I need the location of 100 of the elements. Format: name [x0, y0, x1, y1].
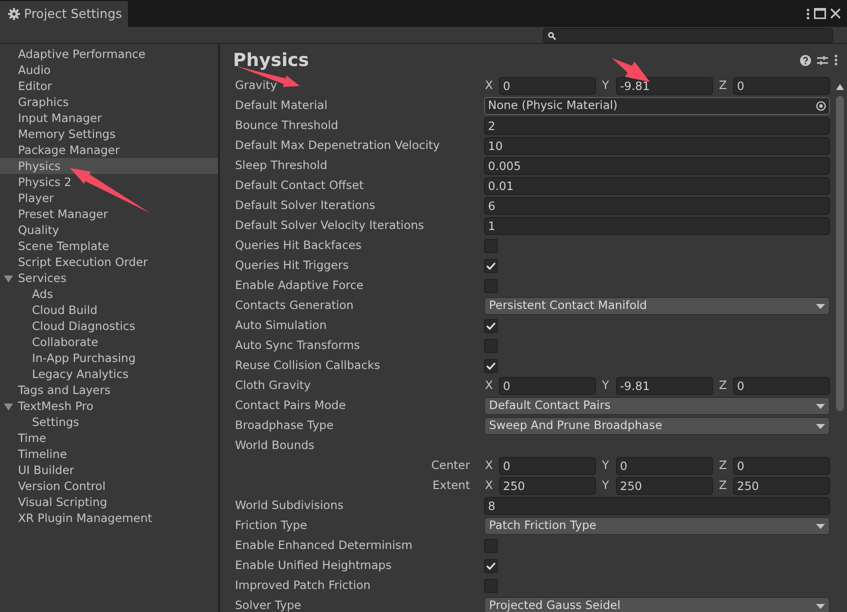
field-label: Default Material	[235, 98, 328, 112]
field-label: Default Max Depenetration Velocity	[235, 138, 440, 152]
sidebar-item[interactable]: In-App Purchasing	[0, 350, 218, 366]
value-field[interactable]: 0	[499, 377, 596, 395]
value-field[interactable]: 0	[733, 77, 830, 95]
scrollbar-thumb[interactable]	[836, 96, 844, 411]
sidebar-item[interactable]: Adaptive Performance	[0, 46, 218, 62]
value-field[interactable]: 0	[733, 457, 830, 475]
caret-icon	[816, 524, 825, 528]
axis-label: Z	[718, 457, 728, 474]
gear-icon	[8, 8, 20, 20]
sidebar-item[interactable]: Time	[0, 430, 218, 446]
annotation-arrow	[612, 58, 650, 82]
sidebar-item[interactable]: UI Builder	[0, 462, 218, 478]
field-label: Broadphase Type	[235, 418, 334, 432]
checkbox[interactable]	[484, 359, 498, 373]
value-field[interactable]: 0.005	[484, 157, 830, 175]
value-field[interactable]: -9.81	[616, 377, 713, 395]
sidebar-item[interactable]: Memory Settings	[0, 126, 218, 142]
field-label: Cloth Gravity	[235, 378, 311, 392]
expand-icon[interactable]	[4, 274, 13, 282]
dropdown[interactable]: Default Contact Pairs	[484, 397, 830, 415]
sidebar-item[interactable]: Script Execution Order	[0, 254, 218, 270]
field-label: Default Contact Offset	[235, 178, 364, 192]
field-label: Center	[431, 458, 470, 472]
value-field[interactable]: 250	[499, 477, 596, 495]
value-field[interactable]: 0.01	[484, 177, 830, 195]
sidebar-item[interactable]: Cloud Diagnostics	[0, 318, 218, 334]
more-icon[interactable]	[834, 54, 838, 66]
object-field[interactable]: None (Physic Material)	[484, 97, 830, 115]
field-label: World Bounds	[235, 438, 314, 452]
close-icon[interactable]	[830, 8, 841, 19]
field-label: Auto Sync Transforms	[235, 338, 360, 352]
help-icon[interactable]	[800, 54, 811, 66]
field-label: Default Solver Iterations	[235, 198, 376, 212]
field-label: Enable Adaptive Force	[235, 278, 364, 292]
scroll-up-icon[interactable]	[836, 84, 844, 90]
sidebar-item[interactable]: Quality	[0, 222, 218, 238]
value-field[interactable]: 0	[499, 457, 596, 475]
field-label: Auto Simulation	[235, 318, 327, 332]
sidebar-item[interactable]: TextMesh Pro	[0, 398, 218, 414]
field-label: Contact Pairs Mode	[235, 398, 346, 412]
field-label: World Subdivisions	[235, 498, 344, 512]
value-field[interactable]: 250	[616, 477, 713, 495]
sidebar-item[interactable]: Editor	[0, 78, 218, 94]
maximize-icon[interactable]	[814, 8, 826, 19]
sidebar-item[interactable]: Preset Manager	[0, 206, 218, 222]
sidebar-item[interactable]: XR Plugin Management	[0, 510, 218, 526]
sidebar-item[interactable]: Package Manager	[0, 142, 218, 158]
value-field[interactable]: 0	[616, 457, 713, 475]
sidebar-item[interactable]: Version Control	[0, 478, 218, 494]
axis-label: Z	[718, 77, 728, 94]
checkbox[interactable]	[484, 319, 498, 333]
sidebar-item[interactable]: Graphics	[0, 94, 218, 110]
field-label: Bounce Threshold	[235, 118, 338, 132]
dropdown[interactable]: Persistent Contact Manifold	[484, 297, 830, 315]
dropdown[interactable]: Sweep And Prune Broadphase	[484, 417, 830, 435]
caret-icon	[816, 424, 825, 428]
caret-icon	[816, 604, 825, 608]
dropdown[interactable]: Projected Gauss Seidel	[484, 597, 830, 612]
axis-label: X	[484, 457, 494, 474]
sidebar-item[interactable]: Physics	[0, 158, 218, 174]
sidebar-item[interactable]: Player	[0, 190, 218, 206]
sidebar-item[interactable]: Tags and Layers	[0, 382, 218, 398]
sidebar-item[interactable]: Visual Scripting	[0, 494, 218, 510]
field-label: Queries Hit Backfaces	[235, 238, 362, 252]
search-field[interactable]	[543, 28, 833, 43]
sidebar-item[interactable]: Settings	[0, 414, 218, 430]
value-field[interactable]: 8	[484, 497, 830, 515]
more-icon[interactable]	[806, 8, 810, 20]
checkbox[interactable]	[484, 559, 498, 573]
value-field[interactable]: 6	[484, 197, 830, 215]
field-label: Gravity	[235, 78, 278, 92]
sidebar-item[interactable]: Audio	[0, 62, 218, 78]
window-title: Project Settings	[24, 4, 122, 23]
expand-icon[interactable]	[4, 402, 13, 410]
value-field[interactable]: 2	[484, 117, 830, 135]
sidebar-item[interactable]: Ads	[0, 286, 218, 302]
value-field[interactable]: 10	[484, 137, 830, 155]
field-label: Queries Hit Triggers	[235, 258, 349, 272]
axis-label: Z	[718, 377, 728, 394]
checkbox[interactable]	[484, 259, 498, 273]
value-field[interactable]: -9.81	[616, 77, 713, 95]
sidebar-item[interactable]: Timeline	[0, 446, 218, 462]
dropdown[interactable]: Patch Friction Type	[484, 517, 830, 535]
value-field[interactable]: 1	[484, 217, 830, 235]
sidebar-item[interactable]: Cloud Build	[0, 302, 218, 318]
sidebar-item[interactable]: Input Manager	[0, 110, 218, 126]
value-field[interactable]: 250	[733, 477, 830, 495]
sidebar-item[interactable]: Services	[0, 270, 218, 286]
target-icon[interactable]	[816, 101, 826, 111]
value-field[interactable]: 0	[499, 77, 596, 95]
sidebar-item[interactable]: Legacy Analytics	[0, 366, 218, 382]
axis-label: Y	[601, 477, 610, 494]
value-field[interactable]: 0	[733, 377, 830, 395]
sidebar-item[interactable]: Physics 2	[0, 174, 218, 190]
sidebar-item[interactable]: Collaborate	[0, 334, 218, 350]
sliders-icon[interactable]	[817, 54, 828, 66]
sidebar-item[interactable]: Scene Template	[0, 238, 218, 254]
window-tab[interactable]: Project Settings	[0, 1, 128, 27]
